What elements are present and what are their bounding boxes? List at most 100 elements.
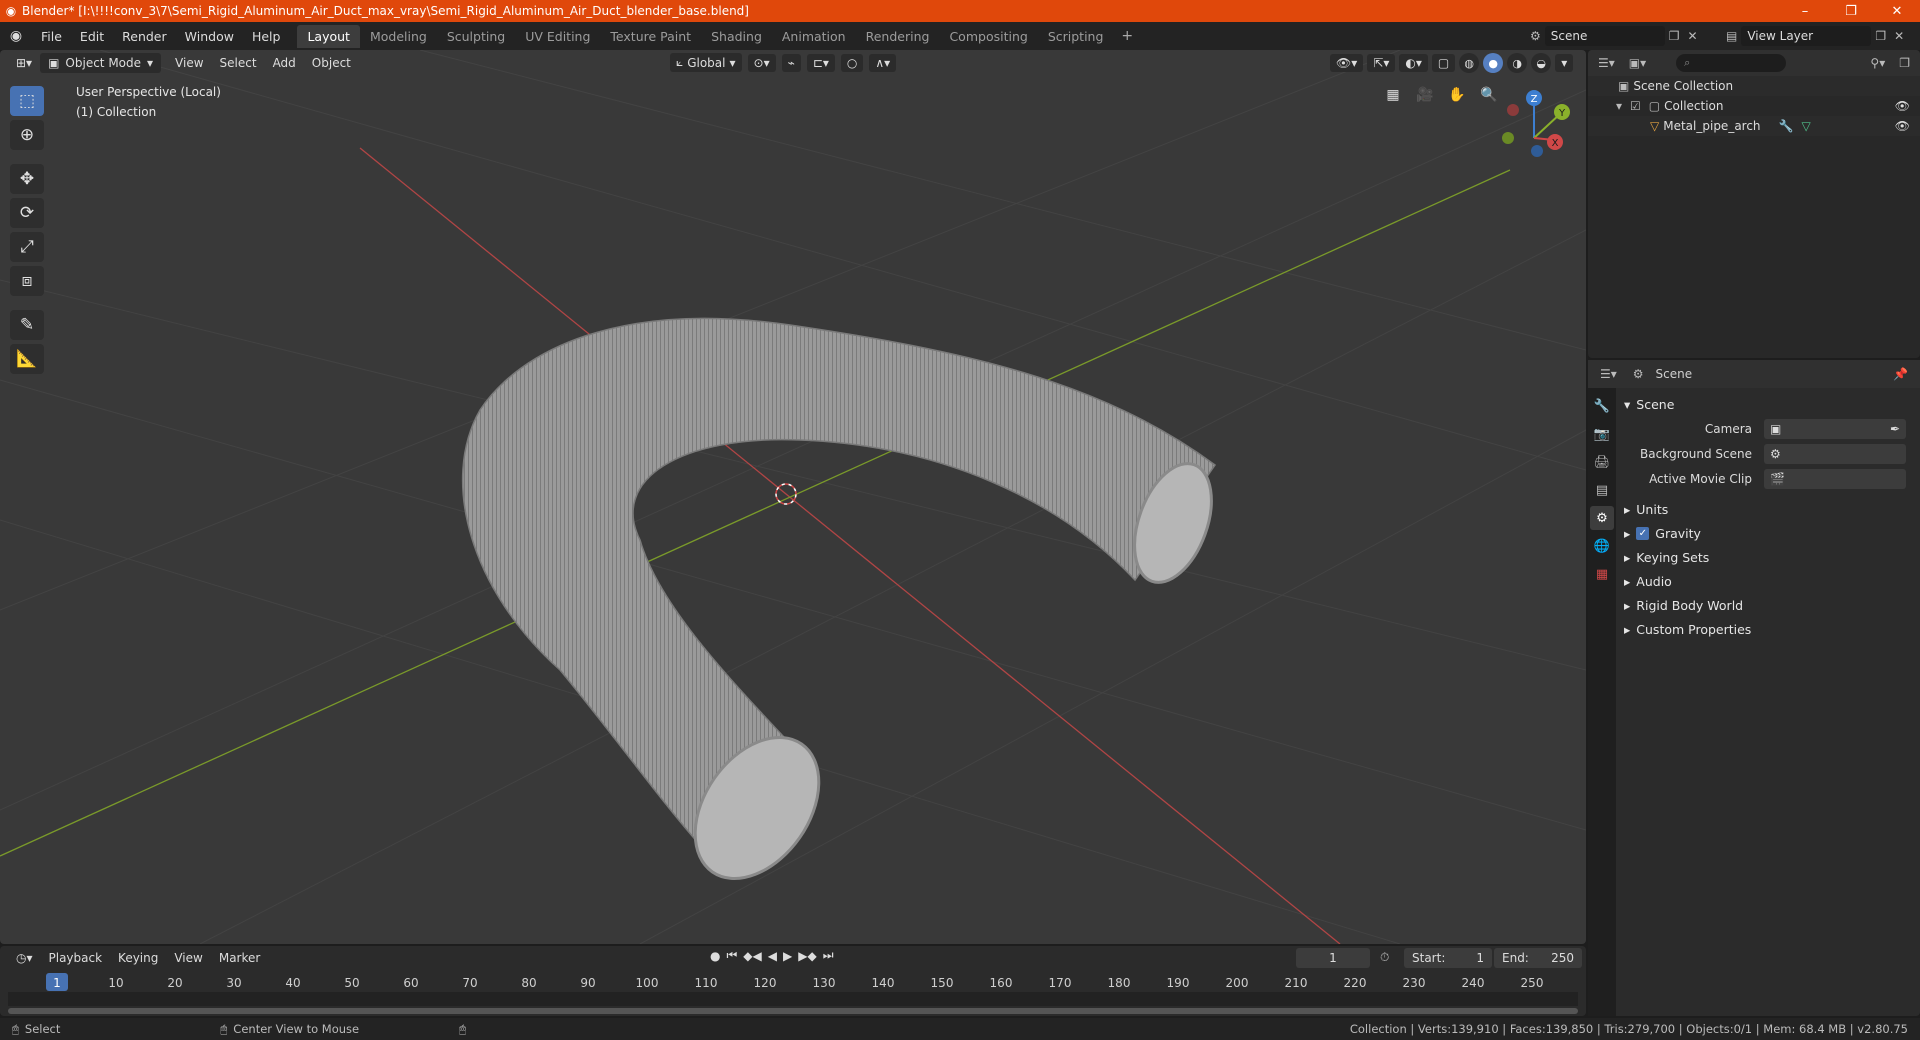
select-box-tool-icon[interactable]: ⬚ — [10, 86, 44, 116]
menu-help[interactable]: Help — [243, 29, 290, 44]
outliner-row-scene-collection[interactable]: ▣ Scene Collection — [1588, 76, 1920, 96]
remove-view-layer-icon[interactable]: ✕ — [1890, 29, 1908, 43]
rotate-tool-icon[interactable]: ⟳ — [10, 198, 44, 228]
timeline-menu-keying[interactable]: Keying — [110, 951, 166, 965]
object-visibility-eye-icon[interactable]: 👁 — [1895, 119, 1910, 133]
outliner-editor-type-icon[interactable]: ☰▾ — [1594, 56, 1619, 70]
output-tab-icon[interactable]: 🖨 — [1590, 450, 1614, 474]
scene-name-field[interactable]: Scene — [1544, 26, 1665, 46]
remove-scene-icon[interactable]: ✕ — [1684, 29, 1702, 43]
pin-icon[interactable]: 📌 — [1889, 367, 1912, 381]
solid-shading-button[interactable]: ● — [1483, 53, 1504, 73]
start-frame-field[interactable]: Start: 1 — [1404, 948, 1492, 968]
eyedropper-icon[interactable]: ✒ — [1890, 422, 1900, 436]
background-scene-field[interactable]: ⚙ — [1764, 443, 1906, 464]
pivot-point-dropdown[interactable]: ⊙▾ — [747, 53, 776, 72]
tab-rendering[interactable]: Rendering — [856, 25, 940, 48]
collection-visibility-eye-icon[interactable]: 👁 — [1895, 99, 1910, 113]
prev-keyframe-icon[interactable]: ◆◀ — [743, 949, 761, 963]
custom-properties-panel-header[interactable]: ▸ Custom Properties — [1620, 617, 1916, 641]
tab-uv-editing[interactable]: UV Editing — [515, 25, 600, 48]
tab-animation[interactable]: Animation — [772, 25, 856, 48]
tab-texture-paint[interactable]: Texture Paint — [600, 25, 701, 48]
units-panel-header[interactable]: ▸ Units — [1620, 497, 1916, 521]
current-frame-field[interactable]: 1 — [1296, 948, 1370, 968]
end-frame-field[interactable]: End: 250 — [1494, 948, 1582, 968]
pan-view-icon[interactable]: ✋ — [1444, 82, 1470, 108]
gravity-panel-header[interactable]: ▸ ✓ Gravity — [1620, 521, 1916, 545]
material-shading-button[interactable]: ◑ — [1507, 53, 1528, 73]
jump-end-icon[interactable]: ⏭ — [823, 948, 834, 963]
toggle-grid-icon[interactable]: ▦ — [1380, 82, 1406, 108]
menu-window[interactable]: Window — [176, 29, 243, 44]
display-mode-icon[interactable]: ▣▾ — [1625, 56, 1650, 70]
snap-target-dropdown[interactable]: ⊏▾ — [806, 53, 835, 72]
copy-scene-icon[interactable]: ❐ — [1665, 29, 1684, 43]
filter-icon[interactable]: ⚲▾ — [1866, 56, 1889, 70]
record-icon[interactable]: ● — [710, 949, 720, 963]
tab-compositing[interactable]: Compositing — [939, 25, 1037, 48]
move-tool-icon[interactable]: ✥ — [10, 164, 44, 194]
timeline-scrollbar[interactable] — [8, 1008, 1578, 1014]
overlay-toggle[interactable]: ◐▾ — [1399, 54, 1428, 72]
minimize-button[interactable]: – — [1782, 0, 1828, 22]
annotate-tool-icon[interactable]: ✎ — [10, 310, 44, 340]
tab-shading[interactable]: Shading — [701, 25, 772, 48]
camera-field[interactable]: ▣ ✒ — [1764, 418, 1906, 439]
proportional-edit-toggle[interactable]: ○ — [840, 53, 864, 72]
properties-editor-type-icon[interactable]: ☰▾ — [1596, 367, 1621, 381]
view-layer-selector[interactable]: ▤ View Layer ❐ ✕ — [1722, 25, 1918, 47]
render-tab-icon[interactable]: 📷 — [1590, 422, 1614, 446]
modifier-wrench-icon[interactable]: 🔧 — [1775, 119, 1798, 133]
shading-options-dropdown[interactable]: ▾ — [1555, 54, 1574, 72]
play-reverse-icon[interactable]: ◀ — [768, 949, 777, 963]
measure-tool-icon[interactable]: 📐 — [10, 344, 44, 374]
timeline-editor-type-icon[interactable]: ◷▾ — [8, 951, 41, 965]
viewport-menu-object[interactable]: Object — [304, 54, 359, 72]
transform-orientation-dropdown[interactable]: ⟀ Global ▾ — [670, 53, 742, 72]
cursor-tool-icon[interactable]: ⊕ — [10, 120, 44, 150]
tool-tab-icon[interactable]: 🔧 — [1590, 394, 1614, 418]
3d-viewport[interactable]: Z Y X ⊞▾ ▣ Object Mode ▾ View Select Add… — [0, 50, 1586, 944]
audio-panel-header[interactable]: ▸ Audio — [1620, 569, 1916, 593]
view-layer-tab-icon[interactable]: ▤ — [1590, 478, 1614, 502]
jump-start-icon[interactable]: ⏮ — [726, 948, 737, 963]
viewport-menu-add[interactable]: Add — [265, 54, 304, 72]
timeline-menu-playback[interactable]: Playback — [41, 951, 111, 965]
view-layer-field[interactable]: View Layer — [1741, 26, 1872, 46]
maximize-button[interactable]: ❐ — [1828, 0, 1874, 22]
expand-arrow-icon[interactable]: ▾ — [1612, 99, 1626, 113]
frame-ruler[interactable]: 1 10 20 30 40 50 60 70 80 90 100 110 120 130 140 150 160… — [0, 972, 1586, 992]
editor-type-icon[interactable]: ⊞▾ — [8, 54, 40, 72]
add-workspace-button[interactable]: + — [1113, 28, 1141, 44]
viewport-menu-view[interactable]: View — [167, 54, 211, 72]
menu-render[interactable]: Render — [113, 29, 176, 44]
scene-panel-header[interactable]: ▾ Scene — [1620, 392, 1916, 416]
world-tab-icon[interactable]: 🌐 — [1590, 534, 1614, 558]
rendered-shading-button[interactable]: ◒ — [1531, 53, 1552, 73]
gravity-checkbox[interactable]: ✓ — [1636, 526, 1650, 540]
tab-scripting[interactable]: Scripting — [1038, 25, 1114, 48]
transform-tool-icon[interactable]: ⧈ — [10, 266, 44, 296]
next-keyframe-icon[interactable]: ▶◆ — [798, 949, 816, 963]
texture-tab-icon[interactable]: ▦ — [1590, 562, 1614, 586]
keying-sets-panel-header[interactable]: ▸ Keying Sets — [1620, 545, 1916, 569]
gizmo-toggle[interactable]: ⇱▾ — [1367, 54, 1396, 72]
viewport-menu-select[interactable]: Select — [212, 54, 265, 72]
tab-layout[interactable]: Layout — [297, 24, 360, 48]
timeline-menu-view[interactable]: View — [166, 951, 210, 965]
scene-tab-icon[interactable]: ⚙ — [1590, 506, 1614, 530]
outliner-row-collection[interactable]: ▾ ☑ ▢ Collection 👁 — [1588, 96, 1920, 116]
copy-view-layer-icon[interactable]: ❐ — [1871, 29, 1890, 43]
stopwatch-icon[interactable]: ⏱ — [1376, 950, 1393, 965]
tab-modeling[interactable]: Modeling — [360, 25, 437, 48]
visibility-dropdown[interactable]: 👁▾ — [1330, 54, 1364, 72]
tab-sculpting[interactable]: Sculpting — [437, 25, 515, 48]
active-movie-clip-field[interactable]: 🎬 — [1764, 468, 1906, 489]
outliner-search-input[interactable]: ⌕ — [1676, 54, 1787, 72]
timeline-track[interactable] — [8, 992, 1578, 1006]
exclude-checkbox-icon[interactable]: ☑ — [1626, 99, 1645, 113]
proportional-falloff-dropdown[interactable]: ∧▾ — [869, 53, 897, 72]
outliner-row-object[interactable]: ▽ Metal_pipe_arch 🔧 ▽ 👁 — [1588, 116, 1920, 136]
play-icon[interactable]: ▶ — [783, 949, 792, 963]
